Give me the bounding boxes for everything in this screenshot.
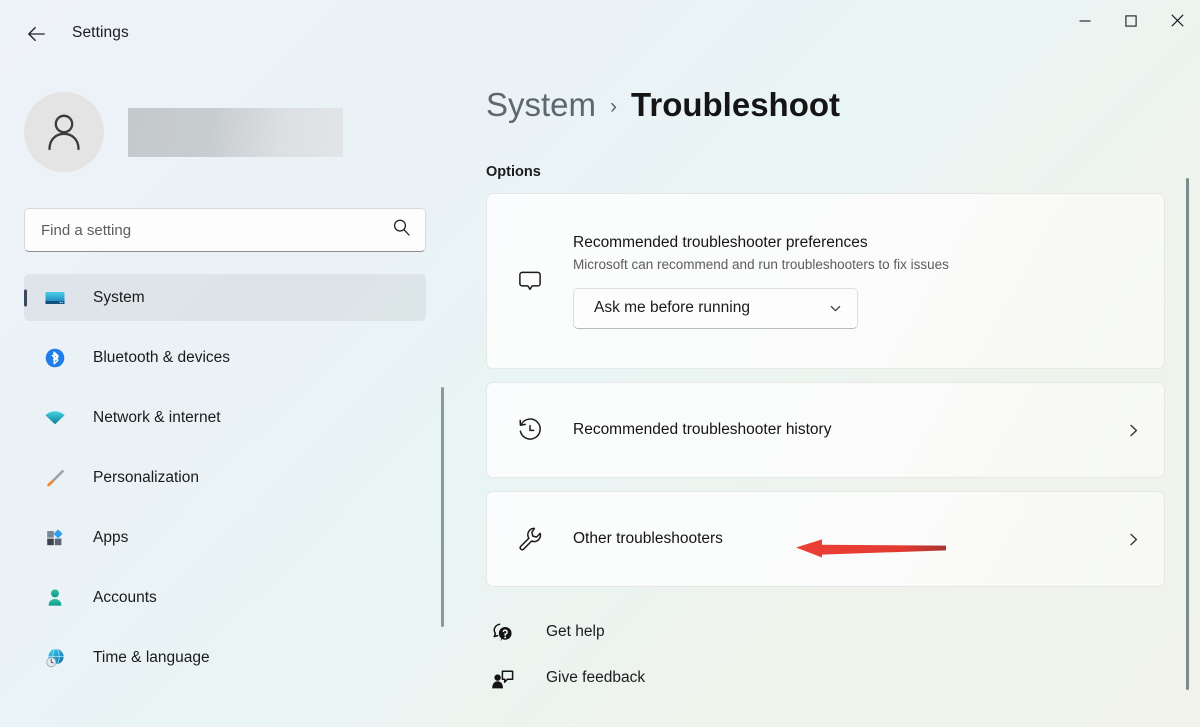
help-question-icon	[486, 619, 520, 645]
sidebar-item-label: Bluetooth & devices	[93, 348, 231, 366]
sidebar-scrollbar[interactable]	[441, 87, 444, 707]
window-controls	[1062, 0, 1200, 46]
sidebar-item-label: Apps	[93, 528, 129, 546]
back-button[interactable]	[14, 18, 58, 54]
give-feedback-link[interactable]: Give feedback	[486, 655, 786, 701]
sidebar-item-personalization[interactable]: Personalization	[24, 454, 426, 501]
close-icon	[1170, 14, 1184, 32]
chevron-right-icon: ›	[610, 95, 618, 118]
chevron-right-icon	[1125, 422, 1142, 439]
minimize-icon	[1079, 14, 1091, 32]
maximize-button[interactable]	[1108, 0, 1154, 46]
search-input[interactable]	[41, 221, 392, 239]
card-title: Recommended troubleshooter preferences	[573, 233, 868, 251]
profile-section[interactable]	[24, 92, 460, 172]
sidebar-item-time-language[interactable]: Time & language	[24, 634, 426, 681]
feedback-person-icon	[486, 665, 520, 691]
page-title: Troubleshoot	[631, 86, 841, 123]
card-body: Other troubleshooters	[573, 530, 1125, 548]
get-help-link[interactable]: Get help	[486, 609, 786, 655]
main-content: System › Troubleshoot Options Recommende…	[460, 72, 1200, 727]
title-bar: Settings	[0, 0, 1200, 72]
card-body: Recommended troubleshooter preferences M…	[573, 234, 1142, 329]
minimize-button[interactable]	[1062, 0, 1108, 46]
close-button[interactable]	[1154, 0, 1200, 46]
search-box[interactable]	[24, 208, 426, 252]
person-avatar-icon	[41, 107, 87, 158]
sidebar-item-apps[interactable]: Apps	[24, 514, 426, 561]
recommended-troubleshooter-preference-dropdown[interactable]: Ask me before running	[573, 287, 858, 329]
card-recommended-troubleshooter-history[interactable]: Recommended troubleshooter history	[486, 382, 1165, 478]
sidebar: System Bluetooth & devices	[0, 72, 460, 727]
avatar	[24, 92, 104, 172]
sidebar-item-label: System	[93, 288, 145, 306]
card-title: Recommended troubleshooter history	[573, 421, 832, 438]
sidebar-item-network-internet[interactable]: Network & internet	[24, 394, 426, 441]
chat-bubble-icon	[513, 266, 547, 296]
main-scrollbar[interactable]	[1186, 86, 1189, 726]
sidebar-item-bluetooth-devices[interactable]: Bluetooth & devices	[24, 334, 426, 381]
account-name-redacted	[128, 107, 343, 157]
footer-links: Get help Give feedback	[486, 609, 1200, 701]
sidebar-item-label: Time & language	[93, 648, 210, 666]
card-other-troubleshooters[interactable]: Other troubleshooters	[486, 491, 1165, 587]
sidebar-item-accounts[interactable]: Accounts	[24, 574, 426, 621]
globe-clock-icon	[42, 646, 68, 670]
footer-link-label: Get help	[546, 623, 605, 640]
sidebar-item-system[interactable]: System	[24, 274, 426, 321]
card-body: Recommended troubleshooter history	[573, 421, 1125, 439]
wrench-icon	[513, 525, 547, 553]
person-icon	[42, 586, 68, 610]
footer-link-label: Give feedback	[546, 669, 646, 686]
sidebar-item-label: Accounts	[93, 588, 157, 606]
card-subtitle: Microsoft can recommend and run troubles…	[573, 256, 949, 272]
maximize-icon	[1125, 14, 1137, 32]
history-clock-icon	[513, 416, 547, 444]
sidebar-scrollbar-thumb[interactable]	[441, 387, 444, 627]
back-arrow-icon	[25, 23, 47, 50]
breadcrumb: System › Troubleshoot	[486, 86, 1200, 142]
sidebar-item-label: Personalization	[93, 468, 199, 486]
monitor-icon	[42, 286, 68, 310]
chevron-right-icon	[1125, 531, 1142, 548]
sidebar-nav: System Bluetooth & devices Network & int…	[24, 274, 426, 681]
sidebar-item-label: Network & internet	[93, 408, 221, 426]
chevron-down-icon	[828, 301, 843, 316]
paintbrush-icon	[42, 466, 68, 490]
wifi-icon	[42, 406, 68, 430]
breadcrumb-parent-system[interactable]: System	[486, 86, 596, 124]
dropdown-selected-value: Ask me before running	[594, 299, 750, 316]
app-title: Settings	[72, 24, 129, 41]
card-recommended-troubleshooter-preferences: Recommended troubleshooter preferences M…	[486, 193, 1165, 369]
apps-grid-icon	[42, 526, 68, 550]
bluetooth-icon	[42, 346, 68, 370]
card-title: Other troubleshooters	[573, 530, 723, 547]
search-icon[interactable]	[392, 218, 411, 242]
main-scrollbar-thumb[interactable]	[1186, 178, 1189, 690]
section-title-options: Options	[486, 164, 541, 180]
